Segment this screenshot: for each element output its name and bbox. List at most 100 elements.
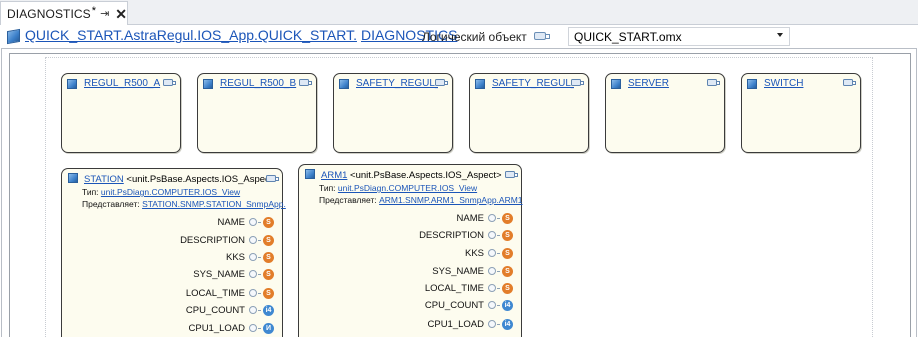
property-row[interactable]: NAME S	[457, 211, 513, 225]
property-name: LOCAL_TIME	[185, 287, 245, 299]
link-icon[interactable]	[266, 175, 279, 182]
node-regul-r500-a[interactable]: REGUL_R500_A	[61, 73, 181, 153]
cube-icon	[475, 79, 485, 89]
node-header: STATION <unit.PsBase.Aspects.IOS_Aspect>	[68, 173, 278, 185]
node-label[interactable]: SWITCH	[764, 78, 846, 89]
chevron-down-icon[interactable]	[777, 33, 783, 37]
property-name: NAME	[456, 212, 484, 224]
node-switch[interactable]: SWITCH	[741, 73, 861, 153]
string-type-icon: S	[263, 216, 274, 228]
link-icon[interactable]	[843, 79, 856, 86]
port-icon[interactable]	[488, 214, 500, 222]
represents-link[interactable]: STATION.SNMP.STATION_SnmpApp.	[142, 199, 286, 209]
property-name: CPU1_LOAD	[188, 322, 246, 334]
node-server[interactable]: SERVER	[605, 73, 725, 153]
port-icon[interactable]	[249, 270, 261, 278]
cube-icon	[611, 79, 621, 89]
node-arm1[interactable]: ARM1 <unit.PsBase.Aspects.IOS_Aspect> Ти…	[298, 164, 523, 337]
type-link[interactable]: unit.PsDiagn.COMPUTER.IOS_View	[338, 183, 477, 193]
integer-type-icon: i4	[502, 318, 513, 330]
pin-icon[interactable]: ⇥	[100, 7, 109, 20]
node-type-line: Тип: unit.PsDiagn.COMPUTER.IOS_View	[319, 183, 477, 193]
property-name: KKS	[464, 247, 484, 259]
node-safety-regul-r500-b[interactable]: SAFETY_REGUL_R500_B	[469, 73, 589, 153]
link-icon[interactable]	[707, 79, 720, 86]
integer-type-icon: i4	[263, 304, 274, 316]
port-icon[interactable]	[249, 218, 261, 226]
link-icon[interactable]	[534, 32, 550, 40]
cube-icon	[305, 169, 315, 179]
property-name: CPU_COUNT	[185, 304, 245, 316]
property-row[interactable]: LOCAL_TIME S	[186, 286, 274, 300]
string-type-icon: S	[502, 265, 513, 277]
string-type-icon: S	[502, 229, 513, 241]
node-safety-regul-r500-a[interactable]: SAFETY_REGUL_R500_A	[333, 73, 453, 153]
tab-diagnostics[interactable]: DIAGNOSTICS * ⇥ ✕	[0, 1, 128, 25]
link-icon[interactable]	[299, 79, 312, 86]
cube-icon	[68, 173, 78, 183]
port-icon[interactable]	[488, 249, 500, 257]
document-tab-strip: DIAGNOSTICS * ⇥ ✕	[0, 0, 918, 25]
string-type-icon: S	[263, 268, 274, 280]
property-row[interactable]: CPU1_LOAD i4	[428, 317, 513, 331]
node-name-link[interactable]: STATION	[84, 174, 124, 185]
type-link[interactable]: unit.PsDiagn.COMPUTER.IOS_View	[101, 187, 240, 197]
port-icon[interactable]	[488, 284, 500, 292]
port-icon[interactable]	[249, 236, 261, 244]
node-represents-line: Представляет: STATION.SNMP.STATION_SnmpA…	[82, 199, 286, 209]
port-icon[interactable]	[488, 320, 500, 328]
type-label: Тип:	[82, 187, 99, 197]
type-label: Тип:	[319, 183, 336, 193]
node-regul-r500-b[interactable]: REGUL_R500_B	[197, 73, 317, 153]
property-name: KKS	[225, 251, 245, 263]
string-type-icon: S	[502, 247, 513, 259]
property-row[interactable]: KKS S	[226, 250, 274, 264]
node-label[interactable]: SERVER	[628, 78, 710, 89]
cube-icon	[203, 79, 213, 89]
node-label[interactable]: SAFETY_REGUL_R500_B	[492, 78, 574, 89]
property-row[interactable]: SYS_NAME S	[432, 264, 513, 278]
integer-type-icon: i4	[502, 299, 513, 311]
port-icon[interactable]	[488, 231, 500, 239]
node-aspect: <unit.PsBase.Aspects.IOS_Aspect>	[350, 170, 502, 181]
represents-link[interactable]: ARM1.SNMP.ARM1_SnmpApp.ARM1	[379, 195, 522, 205]
port-icon[interactable]	[249, 253, 261, 261]
close-icon[interactable]: ✕	[115, 7, 127, 21]
string-type-icon: S	[263, 251, 274, 263]
node-name-link[interactable]: ARM1	[321, 170, 347, 181]
node-type-line: Тип: unit.PsDiagn.COMPUTER.IOS_View	[82, 187, 240, 197]
property-row[interactable]: NAME S	[218, 215, 274, 229]
property-row[interactable]: DESCRIPTION S	[419, 228, 513, 242]
property-name: SYS_NAME	[193, 268, 245, 280]
port-icon[interactable]	[249, 306, 261, 314]
property-row[interactable]: LOCAL_TIME S	[425, 281, 513, 295]
property-row[interactable]: KKS S	[465, 246, 513, 260]
property-row[interactable]: CPU_COUNT i4	[425, 298, 513, 312]
property-row[interactable]: DESCRIPTION S	[180, 233, 274, 247]
tab-modified-marker: *	[91, 4, 97, 17]
link-icon[interactable]	[435, 79, 448, 86]
port-icon[interactable]	[488, 301, 500, 309]
node-label[interactable]: REGUL_R500_B	[220, 78, 302, 89]
port-icon[interactable]	[249, 324, 261, 332]
path-link-parent[interactable]: QUICK_START.AstraRegul.IOS_App.QUICK_STA…	[25, 27, 357, 43]
node-aspect: <unit.PsBase.Aspects.IOS_Aspect>	[126, 174, 278, 185]
represents-label: Представляет:	[319, 195, 377, 205]
node-header: ARM1 <unit.PsBase.Aspects.IOS_Aspect>	[305, 169, 502, 181]
link-icon[interactable]	[505, 171, 518, 178]
cube-icon	[747, 79, 757, 89]
node-label[interactable]: SAFETY_REGUL_R500_A	[356, 78, 438, 89]
node-label[interactable]: REGUL_R500_A	[84, 78, 166, 89]
link-icon[interactable]	[571, 79, 584, 86]
object-path: QUICK_START.AstraRegul.IOS_App.QUICK_STA…	[25, 27, 457, 43]
property-row[interactable]: SYS_NAME S	[193, 267, 274, 281]
port-icon[interactable]	[488, 267, 500, 275]
port-icon[interactable]	[249, 289, 261, 297]
node-station[interactable]: STATION <unit.PsBase.Aspects.IOS_Aspect>…	[61, 168, 286, 337]
property-row[interactable]: CPU_COUNT i4	[186, 303, 274, 317]
link-icon[interactable]	[163, 79, 176, 86]
property-name: NAME	[217, 216, 245, 228]
string-type-icon: S	[263, 234, 274, 246]
file-select[interactable]: QUICK_START.omx	[568, 27, 790, 46]
property-row[interactable]: CPU1_LOAD И	[188, 321, 274, 335]
